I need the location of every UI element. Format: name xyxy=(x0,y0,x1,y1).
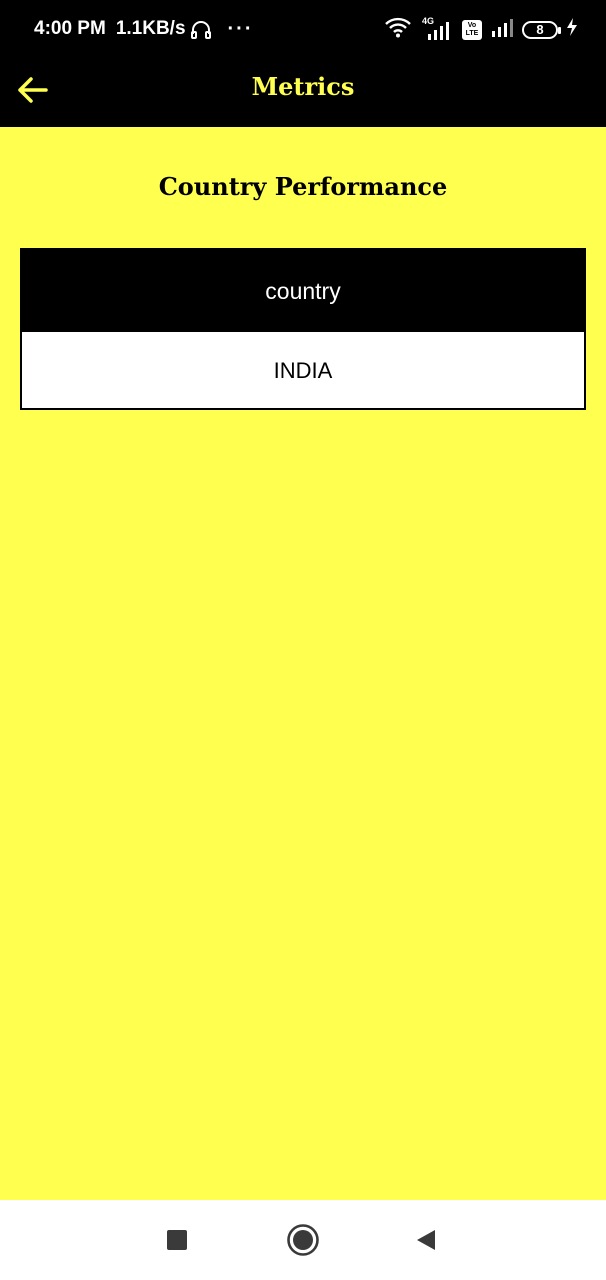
wifi-icon xyxy=(384,16,412,43)
status-left: 4:00 PM 1.1KB/s ··· xyxy=(34,18,254,40)
status-time: 4:00 PM xyxy=(34,18,106,39)
system-nav-bar xyxy=(0,1200,606,1280)
status-right: 4G Vo LTE 8 xyxy=(384,16,578,43)
country-table: country INDIA xyxy=(20,248,586,410)
status-bar: 4:00 PM 1.1KB/s ··· 4G Vo LTE 8 xyxy=(0,0,606,60)
recents-square-icon xyxy=(167,1230,187,1250)
network-speed: 1.1KB/s xyxy=(115,18,186,39)
recents-button[interactable] xyxy=(157,1222,197,1258)
volte-icon: Vo LTE xyxy=(462,19,482,40)
signal-icon xyxy=(490,16,514,43)
section-title: Country Performance xyxy=(158,172,448,201)
back-triangle-icon xyxy=(417,1230,435,1250)
battery-level: 8 xyxy=(536,22,544,37)
table-header-country: country xyxy=(22,250,584,332)
app-bar: Metrics xyxy=(0,60,606,127)
headphones-icon xyxy=(190,19,212,39)
home-button[interactable] xyxy=(283,1222,323,1258)
home-circle-icon xyxy=(287,1224,319,1256)
signal-4g-icon: 4G xyxy=(420,16,454,42)
page-title: Metrics xyxy=(251,72,355,101)
charging-icon xyxy=(566,17,578,42)
nav-back-button[interactable] xyxy=(406,1222,446,1258)
more-notifications-icon: ··· xyxy=(227,18,254,40)
table-row: INDIA xyxy=(273,358,333,383)
battery-icon: 8 xyxy=(522,20,561,39)
